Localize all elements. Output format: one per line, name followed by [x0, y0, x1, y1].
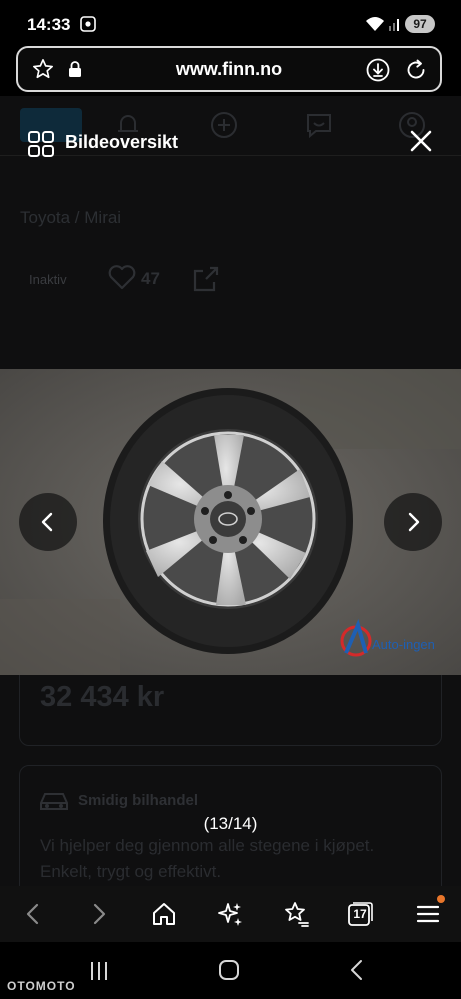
close-icon[interactable] — [406, 126, 436, 156]
menu-icon[interactable] — [414, 900, 442, 928]
status-time: 14:33 — [27, 15, 71, 34]
gallery-title[interactable]: Bildeoversikt — [65, 132, 178, 153]
forward-arrow-icon[interactable] — [85, 900, 113, 928]
watermark: OTOMOTO — [7, 979, 76, 993]
home-icon[interactable] — [150, 900, 178, 928]
recents-icon[interactable] — [87, 960, 111, 982]
promo-text-line: Enkelt, trygt og effektivt. — [40, 862, 222, 881]
tabs-button[interactable]: 17 — [346, 900, 374, 928]
heart-icon — [108, 265, 136, 290]
browser-toolbar: 17 — [0, 886, 461, 942]
promo-title: Smidig bilhandel — [78, 792, 199, 809]
battery-indicator: 97 — [405, 15, 435, 33]
chevron-right-icon — [408, 512, 420, 532]
address-bar[interactable]: www.finn.no — [16, 46, 442, 92]
image-counter: (13/14) — [203, 814, 258, 833]
price: 32 434 kr — [40, 681, 165, 713]
wifi-icon — [366, 17, 384, 31]
bookmarks-icon[interactable] — [282, 900, 310, 928]
back-arrow-icon[interactable] — [19, 900, 47, 928]
gallery-header: Bildeoversikt — [0, 118, 461, 166]
reload-icon[interactable] — [404, 58, 428, 82]
promo-text-line: Vi hjelper deg gjennom alle stegene i kj… — [40, 836, 375, 855]
chevron-left-icon — [41, 512, 53, 532]
svg-text:Auto-ingen: Auto-ingen — [372, 637, 435, 652]
ad-status: Inaktiv — [29, 272, 67, 287]
status-bar: 14:33 97 — [0, 0, 461, 48]
notification-dot — [437, 895, 445, 903]
system-back-icon[interactable] — [346, 959, 368, 981]
download-icon[interactable] — [366, 58, 390, 82]
share-icon — [193, 266, 219, 292]
tabs-count: 17 — [353, 907, 367, 921]
sparkle-icon[interactable] — [216, 900, 244, 928]
next-image-button[interactable] — [384, 493, 442, 551]
breadcrumb: Toyota / Mirai — [20, 208, 122, 227]
previous-image-button[interactable] — [19, 493, 77, 551]
screenshot-icon — [80, 16, 96, 32]
car-icon — [40, 793, 68, 810]
grid-icon[interactable] — [27, 130, 55, 158]
home-button-icon[interactable] — [218, 959, 240, 981]
favorites-count: 47 — [141, 269, 160, 288]
signal-icon — [389, 19, 399, 31]
